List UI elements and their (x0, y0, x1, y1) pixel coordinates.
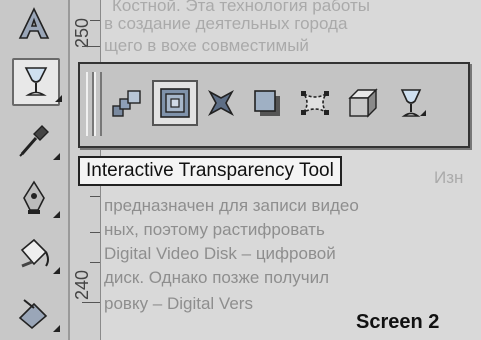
background-text-line: щего в вохе совместимый (104, 36, 309, 55)
interactive-fill-icon (18, 299, 48, 330)
eyedropper-icon (19, 125, 49, 157)
drop-shadow-icon (254, 90, 280, 116)
tool-tooltip: Interactive Transparency Tool (78, 156, 342, 186)
ruler-tick (90, 232, 100, 233)
eyedropper-tool[interactable] (12, 118, 60, 162)
interactive-transparency-tool[interactable] (390, 82, 432, 124)
background-text-line: Digital Video Disk – цифровой (104, 244, 336, 263)
ruler-label: 240 (72, 269, 92, 300)
interactive-extrude-tool[interactable] (342, 82, 384, 124)
ruler-tick (82, 302, 100, 303)
wineglass-icon (24, 67, 48, 96)
interactive-drop-shadow-tool[interactable] (246, 82, 288, 124)
interactive-envelope-tool[interactable] (294, 82, 336, 124)
outline-pen-tool[interactable] (12, 176, 60, 220)
interactive-distortion-tool[interactable] (200, 82, 242, 124)
ruler-tick (90, 262, 100, 263)
interactive-contour-tool[interactable] (152, 80, 198, 126)
background-text-line: Изн (434, 168, 464, 187)
toolbar-grip[interactable] (86, 72, 94, 136)
ruler-tick (90, 20, 100, 21)
flyout-indicator-icon (53, 325, 60, 332)
paint-bucket-icon (20, 238, 49, 268)
wineglass-icon (400, 89, 426, 117)
background-text-line: предназначен для записи видео (104, 196, 359, 215)
background-text-line: в создание деятельных города (104, 14, 348, 33)
interactive-transparency-tool[interactable] (12, 58, 62, 106)
ruler-label: 250 (72, 17, 92, 48)
flyout-indicator-icon (53, 153, 60, 160)
background-text-line: ных, поэтому растифровать (104, 220, 325, 239)
background-text-line: ровку – Digital Vers (104, 294, 253, 313)
pen-nib-icon (23, 180, 45, 214)
blend-icon (112, 90, 141, 117)
toolbox (0, 0, 70, 340)
flyout-indicator-icon (53, 267, 60, 274)
interactive-fill-tool[interactable] (12, 290, 60, 334)
extrude-icon (348, 88, 378, 118)
interactive-blend-tool[interactable] (106, 82, 148, 124)
contour-icon (160, 88, 190, 118)
interactive-tools-flyout (78, 62, 470, 148)
text-tool[interactable] (12, 2, 56, 46)
ruler-tick (90, 196, 100, 197)
flyout-indicator-icon (53, 211, 60, 218)
envelope-icon (301, 91, 329, 115)
letter-a-icon (18, 7, 50, 39)
distortion-icon (207, 89, 235, 117)
screen-caption: Screen 2 (356, 311, 440, 333)
toolbar-grip[interactable] (94, 72, 102, 136)
ruler-tick (82, 46, 100, 47)
fill-tool[interactable] (12, 232, 60, 276)
background-text-line: диск. Однако позже получил (104, 268, 330, 287)
flyout-indicator-icon (55, 95, 62, 102)
